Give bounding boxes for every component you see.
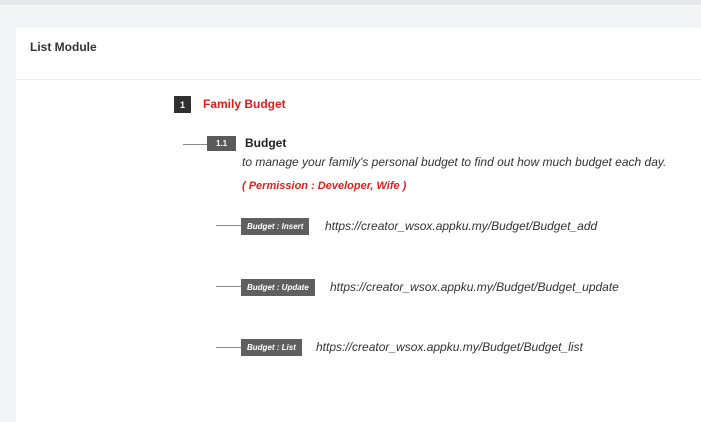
submodule-number-badge: 1.1 — [207, 136, 236, 151]
list-module-card: List Module 1 Family Budget 1.1 Budget t… — [16, 28, 701, 422]
route-url-update[interactable]: https://creator_wsox.appku.my/Budget/Bud… — [330, 280, 619, 294]
submodule-title[interactable]: Budget — [245, 136, 286, 150]
module-number-badge: 1 — [174, 96, 191, 113]
route-url-insert[interactable]: https://creator_wsox.appku.my/Budget/Bud… — [325, 219, 597, 233]
tree-connector — [183, 144, 207, 145]
route-url-list[interactable]: https://creator_wsox.appku.my/Budget/Bud… — [316, 340, 583, 354]
submodule-description: to manage your family's personal budget … — [242, 155, 667, 169]
tree-connector — [216, 225, 241, 226]
tree-connector — [216, 286, 241, 287]
top-bar — [0, 0, 701, 5]
card-header: List Module — [16, 28, 701, 80]
route-badge-insert: Budget : Insert — [241, 218, 310, 235]
card-title: List Module — [30, 40, 97, 54]
route-badge-list: Budget : List — [241, 339, 302, 356]
permission-text: ( Permission : Developer, Wife ) — [242, 180, 407, 192]
route-badge-update: Budget : Update — [241, 279, 315, 296]
module-title[interactable]: Family Budget — [203, 97, 286, 111]
tree-connector — [216, 347, 241, 348]
